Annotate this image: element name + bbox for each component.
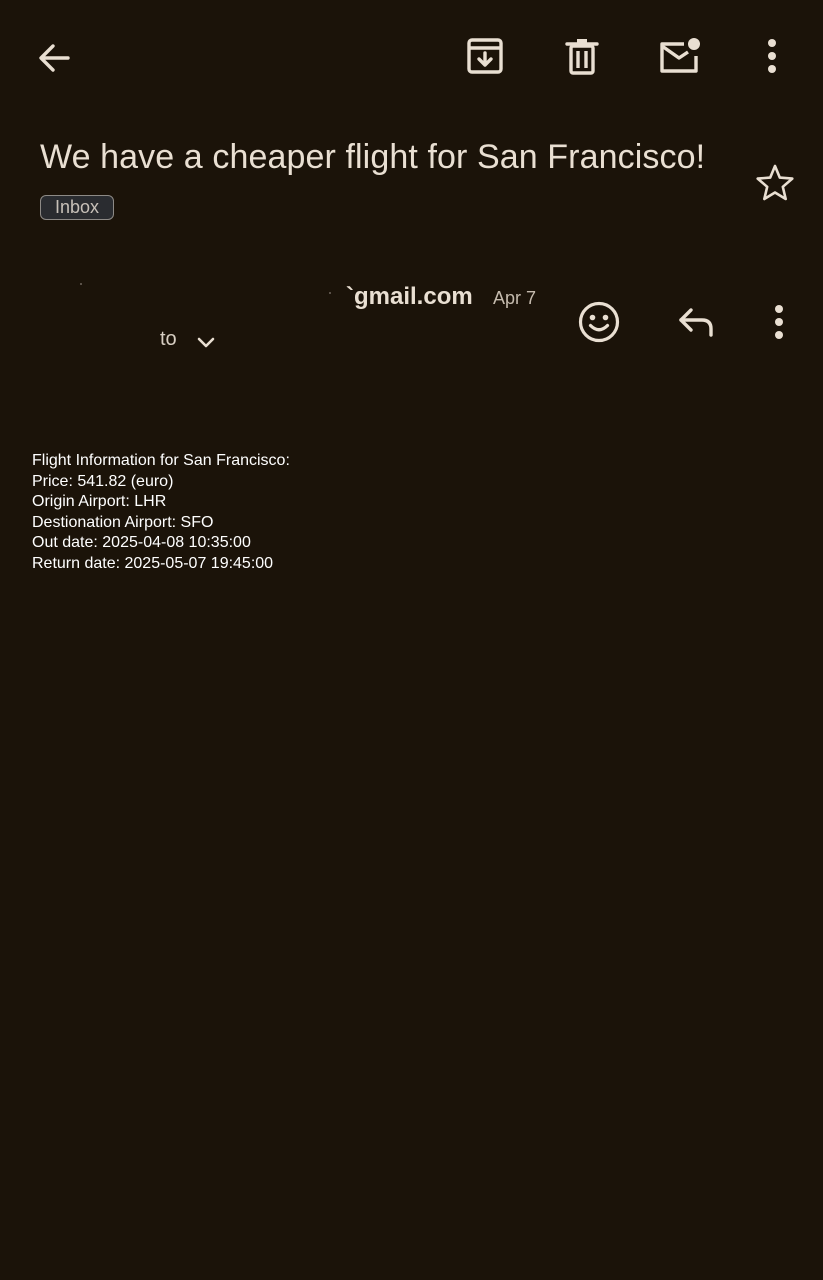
star-icon: [756, 164, 794, 201]
delete-button[interactable]: [557, 31, 607, 81]
archive-button[interactable]: [460, 31, 510, 81]
back-button[interactable]: [28, 32, 80, 84]
email-date: Apr 7: [493, 288, 537, 308]
body-line: Origin Airport: LHR: [32, 493, 167, 511]
archive-icon: [467, 38, 503, 74]
label-chip-inbox[interactable]: Inbox: [40, 195, 115, 220]
trash-icon: [565, 39, 599, 75]
more-options-button[interactable]: [752, 31, 792, 81]
arrow-left-icon: [39, 44, 70, 72]
recipient-label: to: [160, 328, 177, 350]
mark-unread-button[interactable]: [653, 31, 705, 81]
redaction-mark: [329, 292, 331, 294]
more-vert-icon: [775, 305, 783, 339]
redaction-mark: [80, 283, 82, 285]
body-line: Flight Information for San Francisco:: [32, 452, 290, 469]
add-reaction-button[interactable]: [575, 298, 623, 346]
body-line: Price: 541.82 (euro): [32, 472, 174, 490]
emoji-icon: [578, 301, 620, 343]
body-line: Destionation Airport: SFO: [32, 513, 214, 531]
chevron-down-icon: [197, 337, 214, 347]
body-line: Out date: 2025-04-08 10:35:00: [32, 534, 251, 552]
star-button[interactable]: [752, 160, 798, 206]
email-view-screen: We have a cheaper flight for San Francis…: [0, 0, 823, 1280]
mail-unread-icon: [660, 38, 700, 73]
sender-email: `gmail.com: [346, 283, 473, 310]
more-vert-icon: [768, 39, 776, 73]
recipient-details-toggle[interactable]: to: [160, 328, 215, 351]
reply-icon: [679, 308, 713, 337]
email-subject: We have a cheaper flight for San Francis…: [40, 138, 706, 176]
reply-button[interactable]: [672, 298, 720, 346]
body-line: Return date: 2025-05-07 19:45:00: [32, 554, 274, 572]
email-body: Flight Information for San Francisco: Pr…: [32, 451, 290, 575]
message-more-options-button[interactable]: [760, 298, 798, 346]
